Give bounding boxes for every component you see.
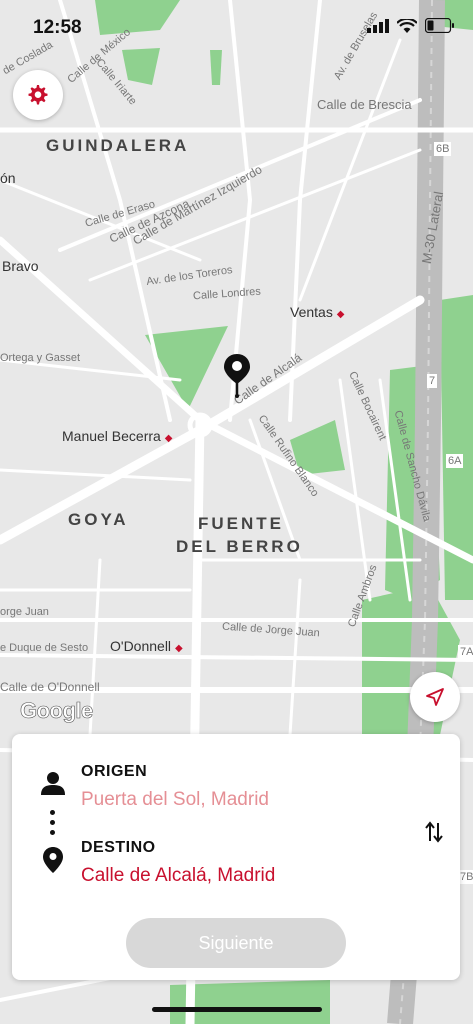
metro-icon: ◆ — [336, 309, 345, 320]
metro-station-label: ón — [0, 170, 16, 186]
district-label: DEL BERRO — [176, 537, 303, 556]
metro-icon: ◆ — [174, 643, 183, 654]
status-bar: 12:58 — [0, 0, 473, 50]
google-logo: Google — [20, 698, 94, 724]
district-label: GOYA — [68, 510, 129, 529]
street-label: Calle de O'Donnell — [0, 680, 100, 694]
destination-label: DESTINO — [81, 839, 156, 856]
street-label: Calle de Brescia — [317, 97, 412, 112]
route-panel: ORIGEN Puerta del Sol, Madrid DESTINO Ca… — [12, 734, 460, 980]
swap-vertical-icon — [425, 821, 443, 843]
location-marker-icon — [43, 847, 63, 873]
metro-station-label: Ventas — [290, 304, 333, 320]
my-location-button[interactable] — [410, 672, 460, 722]
street-label: orge Juan — [0, 606, 49, 618]
metro-station-label: Bravo — [2, 258, 39, 274]
district-label: FUENTE — [198, 514, 284, 533]
metro-icon: ◆ — [164, 433, 173, 444]
metro-station-ventas[interactable]: Ventas ◆ — [290, 304, 344, 320]
route-dot — [50, 820, 55, 825]
wifi-icon — [397, 18, 417, 33]
navigation-arrow-icon — [426, 688, 444, 706]
highway-exit-label: 6B — [434, 142, 452, 156]
route-dot — [50, 830, 55, 835]
home-indicator — [152, 1007, 322, 1012]
district-label: GUINDALERA — [46, 136, 190, 155]
metro-station-manuel-becerra[interactable]: Manuel Becerra ◆ — [62, 428, 172, 444]
metro-station-label: Manuel Becerra — [62, 428, 161, 444]
metro-station-odonnell[interactable]: O'Donnell ◆ — [110, 638, 183, 654]
highway-exit-label: 7 — [427, 374, 438, 388]
settings-button[interactable] — [13, 70, 63, 120]
battery-icon — [425, 18, 454, 33]
destination-field[interactable]: Calle de Alcalá, Madrid — [81, 865, 275, 887]
status-icons — [367, 18, 455, 33]
next-button[interactable]: Siguiente — [126, 918, 346, 968]
gear-icon — [28, 85, 48, 105]
highway-exit-label: 7B — [458, 870, 473, 884]
metro-station-label: O'Donnell — [110, 638, 172, 654]
swap-button[interactable] — [424, 820, 444, 849]
location-pin-icon — [222, 352, 252, 405]
route-dot — [50, 810, 55, 815]
park-area — [210, 50, 222, 85]
origin-label: ORIGEN — [81, 763, 148, 780]
origin-field[interactable]: Puerta del Sol, Madrid — [81, 789, 269, 811]
street-label: Ortega y Gasset — [0, 352, 81, 364]
street-label: e Duque de Sesto — [0, 642, 89, 654]
highway-exit-label: 6A — [446, 454, 464, 468]
status-time: 12:58 — [33, 17, 82, 38]
person-icon — [41, 772, 65, 795]
highway-exit-label: 7A — [458, 645, 473, 659]
cellular-signal-icon — [367, 18, 389, 33]
